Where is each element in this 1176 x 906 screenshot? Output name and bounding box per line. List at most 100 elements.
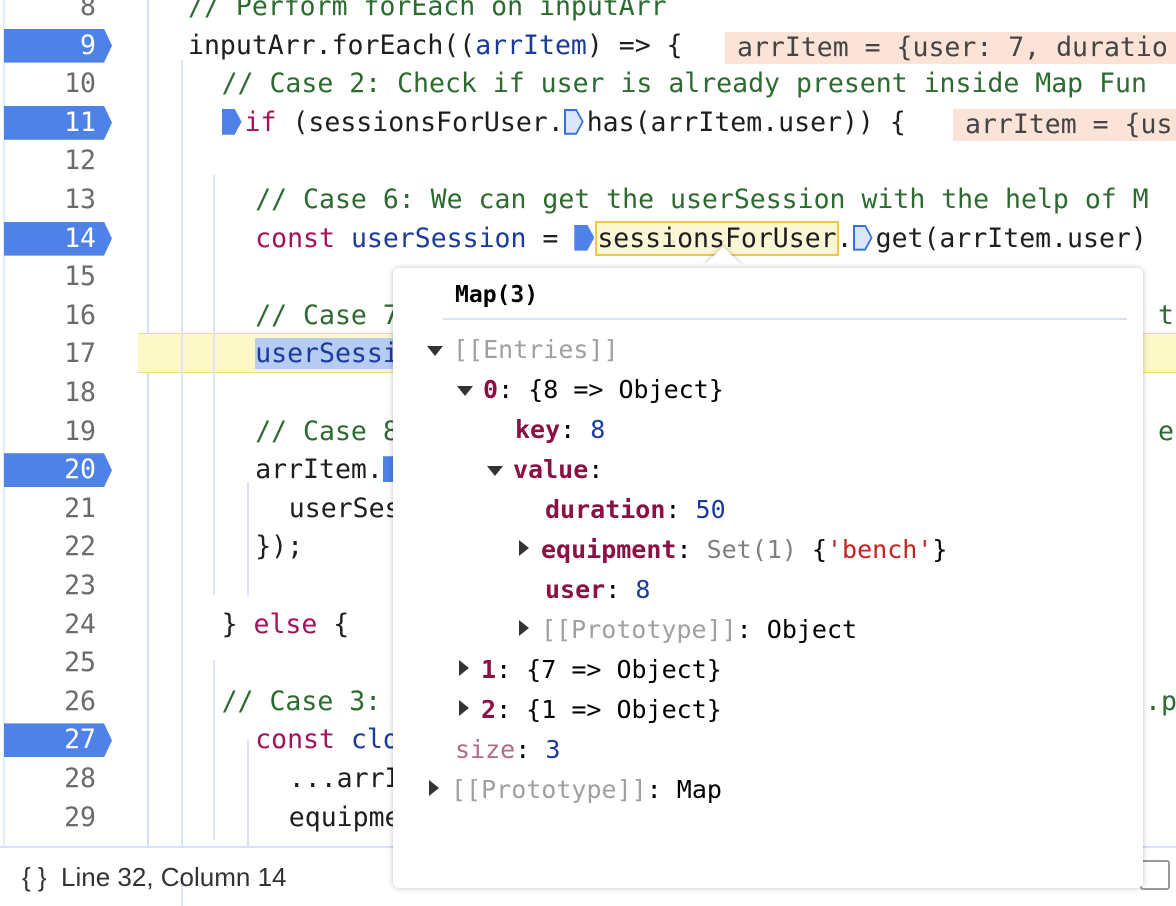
code-line[interactable]: const userSession = sessionsForUser. get(… <box>255 220 1147 256</box>
line-number[interactable]: 17 <box>4 337 96 371</box>
code-token: has(arrItem.user)) { <box>586 106 906 138</box>
prop-value: 3 <box>545 735 561 764</box>
line-number[interactable]: 15 <box>4 260 96 294</box>
tree-value[interactable]: value: <box>487 452 603 488</box>
line-number[interactable]: 10 <box>4 67 96 101</box>
prop-name: [[Prototype]] <box>541 615 737 644</box>
line-number-text: 11 <box>64 106 96 138</box>
code-token: } <box>221 608 254 640</box>
code-token: ) => { <box>586 29 683 61</box>
line-number-text: 10 <box>64 68 96 100</box>
line-number-text: 24 <box>64 608 96 640</box>
tree-entry-0[interactable]: 0: {8 => Object} <box>457 372 724 408</box>
code-line[interactable]: userSessi <box>255 337 399 371</box>
tree-duration: duration: 50 <box>545 495 726 524</box>
code-token: equipme <box>288 801 401 833</box>
tree-equipment[interactable]: equipment: Set(1) {'bench'} <box>519 532 947 568</box>
code-token: . <box>836 222 853 254</box>
line-number-text: 16 <box>64 299 96 331</box>
entry-key: 1 <box>481 655 497 684</box>
tree-prototype-map[interactable]: [[Prototype]]: Map <box>429 772 722 808</box>
line-number[interactable]: 8 <box>4 0 96 24</box>
popup-title: Map(3) <box>455 282 539 308</box>
inline-breakpoint-icon[interactable] <box>563 108 584 135</box>
code-line[interactable]: inputArr.forEach((arrItem) => { <box>188 29 683 63</box>
breakpoint-line-number[interactable]: 11 <box>4 105 112 140</box>
brace: } <box>932 535 948 564</box>
line-number[interactable]: 13 <box>4 183 96 217</box>
prop-value: 'bench' <box>827 535 933 564</box>
line-number-text: 15 <box>64 261 96 293</box>
collapsed-triangle-icon[interactable] <box>459 700 469 716</box>
collapsed-triangle-icon[interactable] <box>459 660 469 676</box>
code-line[interactable]: ...arrI <box>289 762 401 796</box>
line-number-text: 27 <box>64 724 96 756</box>
code-line[interactable]: // Perform forEach on inputArr <box>188 0 667 24</box>
brace: { <box>811 535 827 564</box>
line-number[interactable]: 22 <box>4 530 96 564</box>
line-number-text: 23 <box>64 570 96 601</box>
breakpoint-line-number[interactable]: 20 <box>4 453 112 488</box>
inline-breakpoint-icon[interactable] <box>221 108 242 135</box>
line-number[interactable]: 12 <box>4 144 96 178</box>
code-line[interactable]: // Case 8 <box>255 415 399 449</box>
tree-prototype-object[interactable]: [[Prototype]]: Object <box>519 612 857 648</box>
code-line[interactable]: equipme <box>289 801 401 835</box>
selected-text: userSessi <box>255 338 399 370</box>
prop-name: equipment <box>541 535 677 564</box>
line-number[interactable]: 18 <box>4 376 96 410</box>
collapsed-triangle-icon[interactable] <box>429 780 439 796</box>
entry-summary: : {1 => Object} <box>496 695 722 724</box>
variable-preview-popup: Map(3) [[Entries]] 0: {8 => Object} key:… <box>393 268 1143 888</box>
breakpoint-line-number[interactable]: 27 <box>4 723 112 758</box>
code-token: // Perform forEach on inputArr <box>188 0 667 22</box>
expand-triangle-icon[interactable] <box>457 386 473 396</box>
line-number[interactable]: 28 <box>4 762 96 796</box>
expand-triangle-icon[interactable] <box>427 346 443 356</box>
collapsed-triangle-icon[interactable] <box>519 620 529 636</box>
code-line[interactable]: const clo <box>255 723 399 757</box>
code-line[interactable]: // Case 6: We can get the userSession wi… <box>255 183 1148 217</box>
code-token: arrItem. <box>255 454 383 486</box>
breakpoint-line-number[interactable]: 9 <box>4 28 112 63</box>
line-number[interactable]: 26 <box>4 685 96 719</box>
sidebar-toggle-icon[interactable] <box>1140 860 1170 890</box>
line-number[interactable]: 25 <box>4 646 96 680</box>
indent-guide <box>213 660 215 840</box>
line-number-gutter[interactable]: 8 9 10 11 12 13 14 15 16 17 18 19 20 21 22 23 24 25 26 27 28… <box>0 0 149 846</box>
prop-name: [[Prototype]] <box>451 775 647 804</box>
line-number[interactable]: 19 <box>4 415 96 449</box>
line-number-text: 17 <box>64 338 96 370</box>
inline-breakpoint-icon[interactable] <box>852 224 873 251</box>
prop-name: value <box>513 455 589 484</box>
code-line[interactable]: // Case 7 <box>255 299 399 333</box>
code-line[interactable]: userSes <box>289 492 401 526</box>
inline-variable-value: arrItem = {us <box>953 108 1176 141</box>
entry-summary: : {7 => Object} <box>496 655 722 684</box>
line-number[interactable]: 16 <box>4 299 96 333</box>
code-token: const <box>255 222 335 254</box>
collapsed-triangle-icon[interactable] <box>519 540 529 556</box>
prop-value: 50 <box>695 495 726 524</box>
line-number[interactable]: 29 <box>4 801 96 835</box>
tree-entries[interactable]: [[Entries]] <box>427 332 619 368</box>
code-token: // Case 3: <box>221 685 382 717</box>
line-number[interactable]: 21 <box>4 492 96 526</box>
code-line[interactable]: } else { <box>222 608 350 642</box>
code-token: const <box>255 724 335 756</box>
code-line[interactable]: }); <box>255 530 303 564</box>
code-line[interactable]: // Case 3: <box>222 685 382 719</box>
code-token: = <box>526 222 575 254</box>
indent-guide <box>213 175 215 595</box>
line-number[interactable]: 23 <box>4 569 96 603</box>
tree-entry-2[interactable]: 2: {1 => Object} <box>459 692 722 728</box>
code-token: // Case 6: We can get the userSession wi… <box>255 184 1149 215</box>
code-line[interactable]: if (sessionsForUser. has(arrItem.user)) { <box>221 106 906 140</box>
expand-triangle-icon[interactable] <box>487 466 503 476</box>
breakpoint-line-number[interactable]: 14 <box>4 221 112 256</box>
tree-entry-1[interactable]: 1: {7 => Object} <box>459 652 722 688</box>
code-line[interactable]: // Case 2: Check if user is already pres… <box>222 67 1147 101</box>
code-line[interactable]: arrItem. <box>255 453 406 487</box>
line-number[interactable]: 24 <box>4 608 96 642</box>
inline-breakpoint-icon[interactable] <box>574 224 595 251</box>
